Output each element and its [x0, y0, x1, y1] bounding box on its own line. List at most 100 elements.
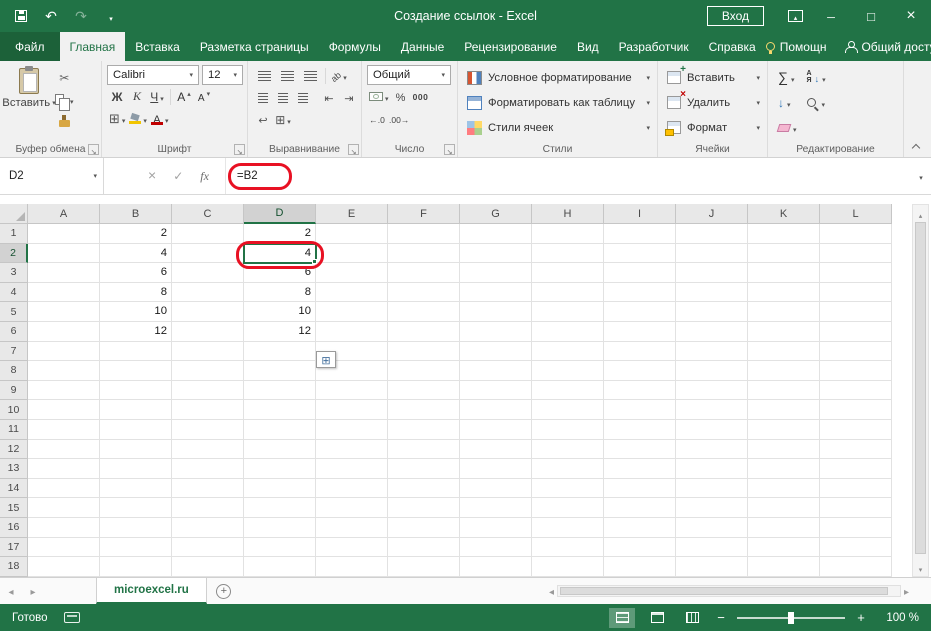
cell-A13[interactable] — [28, 459, 100, 479]
cell-I17[interactable] — [604, 537, 676, 558]
cell-I4[interactable] — [604, 282, 676, 303]
cell-B1[interactable]: 2 — [100, 224, 172, 244]
cell-B16[interactable] — [100, 517, 172, 538]
cell-A8[interactable] — [28, 361, 100, 381]
cell-H10[interactable] — [532, 400, 604, 420]
enter-icon[interactable] — [173, 167, 183, 185]
cell-L14[interactable] — [820, 478, 892, 499]
align-top-button[interactable] — [253, 66, 276, 87]
tab-view[interactable]: Вид — [567, 32, 609, 61]
cell-D11[interactable] — [244, 419, 316, 440]
cell-F18[interactable] — [388, 557, 460, 577]
cell-D15[interactable] — [244, 498, 316, 518]
vertical-scrollbar[interactable] — [912, 204, 929, 577]
zoom-in-button[interactable] — [854, 610, 868, 625]
row-header-6[interactable]: 6 — [0, 321, 28, 342]
column-header-I[interactable]: I — [604, 204, 676, 224]
cell-K12[interactable] — [748, 439, 820, 460]
cell-J6[interactable] — [676, 321, 748, 342]
cell-E12[interactable] — [316, 439, 388, 460]
cell-G11[interactable] — [460, 419, 532, 440]
assistant-button[interactable]: Помощн — [765, 40, 826, 54]
cell-B10[interactable] — [100, 400, 172, 420]
redo-button[interactable] — [74, 8, 88, 24]
row-header-17[interactable]: 17 — [0, 537, 28, 558]
cell-D17[interactable] — [244, 537, 316, 558]
cell-D1[interactable]: 2 — [244, 224, 316, 244]
sheet-tab-microexcel[interactable]: microexcel.ru — [96, 578, 207, 604]
scroll-up-button[interactable] — [913, 206, 928, 221]
sheet-nav-left-button[interactable] — [0, 578, 22, 604]
cell-L12[interactable] — [820, 439, 892, 460]
cell-A15[interactable] — [28, 498, 100, 518]
row-header-1[interactable]: 1 — [0, 224, 28, 244]
cell-J15[interactable] — [676, 498, 748, 518]
macro-record-icon[interactable] — [63, 612, 80, 623]
font-size-select[interactable]: 12 — [202, 65, 243, 85]
cell-J2[interactable] — [676, 243, 748, 264]
cell-C6[interactable] — [172, 321, 244, 342]
merge-center-button[interactable] — [273, 110, 293, 131]
horizontal-scrollbar-track[interactable] — [557, 585, 901, 597]
cell-H1[interactable] — [532, 224, 604, 244]
cell-A7[interactable] — [28, 341, 100, 362]
cell-G6[interactable] — [460, 321, 532, 342]
align-right-button[interactable] — [293, 88, 313, 109]
zoom-slider[interactable] — [737, 611, 845, 624]
cell-B5[interactable]: 10 — [100, 302, 172, 322]
cell-A11[interactable] — [28, 419, 100, 440]
bold-button[interactable]: Ж — [107, 86, 127, 107]
cell-styles-button[interactable]: Стили ячеек — [463, 115, 654, 140]
cell-E4[interactable] — [316, 282, 388, 303]
select-all-button[interactable] — [0, 204, 28, 224]
cell-A10[interactable] — [28, 400, 100, 420]
sort-filter-button[interactable] — [807, 65, 826, 90]
cell-B8[interactable] — [100, 361, 172, 381]
autosum-button[interactable] — [778, 65, 797, 90]
cell-E9[interactable] — [316, 380, 388, 401]
cell-K8[interactable] — [748, 361, 820, 381]
decrease-decimal-button[interactable] — [387, 108, 411, 129]
cell-C13[interactable] — [172, 459, 244, 479]
delete-cells-button[interactable]: Удалить — [663, 89, 764, 115]
cell-I12[interactable] — [604, 439, 676, 460]
copy-button[interactable] — [53, 89, 76, 111]
cell-L7[interactable] — [820, 341, 892, 362]
cell-C16[interactable] — [172, 517, 244, 538]
cell-E6[interactable] — [316, 321, 388, 342]
cell-B18[interactable] — [100, 557, 172, 577]
cell-B17[interactable] — [100, 537, 172, 558]
cell-D10[interactable] — [244, 400, 316, 420]
cell-K3[interactable] — [748, 263, 820, 283]
column-header-H[interactable]: H — [532, 204, 604, 224]
align-center-button[interactable] — [273, 88, 293, 109]
ribbon-display-options-button[interactable] — [788, 10, 803, 22]
cell-L11[interactable] — [820, 419, 892, 440]
cell-G4[interactable] — [460, 282, 532, 303]
cell-H6[interactable] — [532, 321, 604, 342]
tab-insert[interactable]: Вставка — [125, 32, 190, 61]
cell-E5[interactable] — [316, 302, 388, 322]
cell-F9[interactable] — [388, 380, 460, 401]
row-header-14[interactable]: 14 — [0, 478, 28, 499]
zoom-slider-thumb[interactable] — [788, 611, 794, 624]
cell-C3[interactable] — [172, 263, 244, 283]
increase-font-button[interactable] — [174, 86, 194, 107]
cell-L13[interactable] — [820, 459, 892, 479]
cell-H7[interactable] — [532, 341, 604, 362]
cell-E15[interactable] — [316, 498, 388, 518]
cell-K17[interactable] — [748, 537, 820, 558]
cell-G2[interactable] — [460, 243, 532, 264]
cell-F16[interactable] — [388, 517, 460, 538]
underline-button[interactable]: Ч — [147, 86, 167, 107]
collapse-ribbon-button[interactable] — [909, 140, 923, 152]
find-select-button[interactable] — [806, 90, 826, 115]
cell-G15[interactable] — [460, 498, 532, 518]
cell-H9[interactable] — [532, 380, 604, 401]
row-header-12[interactable]: 12 — [0, 439, 28, 460]
font-color-button[interactable] — [149, 108, 171, 129]
row-header-4[interactable]: 4 — [0, 282, 28, 303]
cell-K14[interactable] — [748, 478, 820, 499]
zoom-level[interactable]: 100 % — [877, 612, 919, 624]
cell-B12[interactable] — [100, 439, 172, 460]
